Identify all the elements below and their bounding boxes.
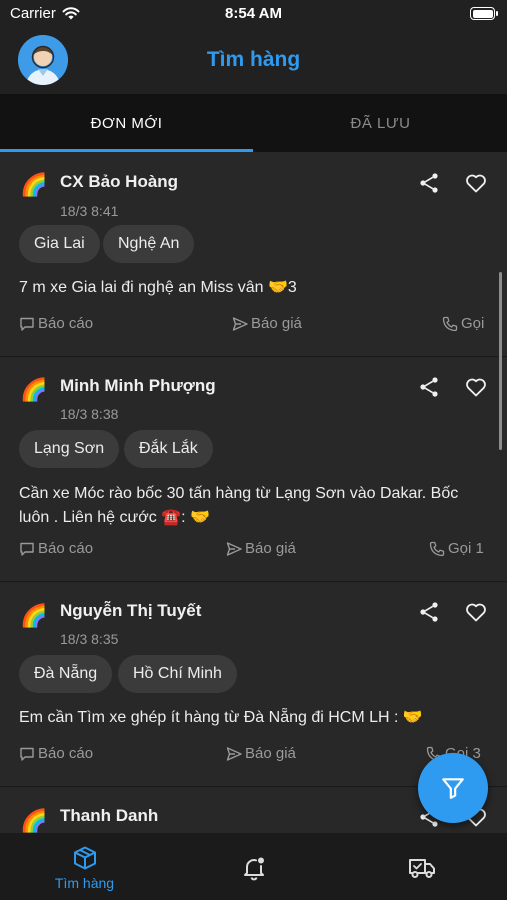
report-button[interactable]: Báo cáo — [19, 745, 93, 762]
order-card: 🌈 Nguyễn Thị Tuyết 18/3 8:35 Đà Nẵng Hồ … — [0, 583, 507, 787]
comment-icon — [20, 747, 34, 761]
order-card: 🌈 CX Bảo Hoàng 18/3 8:41 Gia Lai Nghệ An… — [0, 152, 507, 357]
bell-icon — [244, 857, 264, 881]
origin-chip[interactable]: Lạng Sơn — [19, 430, 120, 468]
truck-icon — [409, 859, 435, 878]
report-label: Báo cáo — [38, 745, 94, 762]
post-time: 18/3 8:38 — [60, 406, 119, 422]
rainbow-icon: 🌈 — [20, 377, 48, 402]
clock: 8:54 AM — [225, 5, 282, 22]
quote-label: Báo giá — [245, 540, 296, 557]
quote-button[interactable]: Báo giá — [226, 540, 296, 557]
call-button[interactable]: Gọi 1 — [429, 540, 484, 557]
poster-name: Thanh Danh — [60, 806, 159, 825]
comment-icon — [20, 317, 34, 331]
share-icon[interactable] — [417, 600, 441, 624]
report-label: Báo cáo — [38, 540, 94, 557]
report-button[interactable]: Báo cáo — [19, 540, 93, 557]
rainbow-icon: 🌈 — [20, 172, 48, 197]
nav-find-goods[interactable]: Tìm hàng — [0, 833, 169, 900]
nav-trucks[interactable] — [338, 833, 507, 900]
rainbow-icon: 🌈 — [20, 603, 48, 628]
phone-icon — [442, 316, 458, 331]
heart-icon[interactable] — [464, 600, 488, 624]
send-icon — [226, 746, 242, 761]
call-label: Gọi 1 — [448, 540, 484, 557]
share-icon[interactable] — [417, 375, 441, 399]
post-content: Em cần Tìm xe ghép ít hàng từ Đà Nẵng đi… — [19, 709, 423, 726]
report-label: Báo cáo — [38, 315, 94, 332]
app-header: Tìm hàng — [0, 30, 507, 94]
nav-notifications[interactable] — [169, 833, 338, 900]
quote-button[interactable]: Báo giá — [226, 745, 296, 762]
destination-chip[interactable]: Đắk Lắk — [124, 430, 213, 468]
report-button[interactable]: Báo cáo — [19, 315, 93, 332]
send-icon — [226, 541, 242, 556]
quote-label: Báo giá — [251, 315, 302, 332]
rainbow-icon: 🌈 — [20, 808, 48, 833]
call-button[interactable]: Gọi — [442, 315, 484, 332]
status-bar: Carrier 8:54 AM — [0, 0, 507, 30]
battery-icon — [470, 7, 498, 20]
origin-chip[interactable]: Gia Lai — [19, 225, 100, 263]
poster-name: CX Bảo Hoàng — [60, 172, 179, 191]
origin-chip[interactable]: Đà Nẵng — [19, 655, 113, 693]
call-label: Gọi — [461, 315, 485, 332]
box-icon — [74, 846, 96, 870]
tab-new-orders[interactable]: ĐƠN MỚI — [0, 94, 253, 152]
filter-icon — [442, 778, 464, 799]
heart-icon[interactable] — [464, 171, 488, 195]
share-icon[interactable] — [417, 171, 441, 195]
phone-icon — [429, 541, 445, 556]
destination-chip[interactable]: Nghệ An — [103, 225, 195, 263]
bottom-nav: Tìm hàng — [0, 833, 507, 900]
poster-name: Minh Minh Phượng — [60, 376, 216, 395]
post-content: 7 m xe Gia lai đi nghệ an Miss vân 🤝3 — [19, 279, 297, 296]
orders-feed[interactable]: 🌈 CX Bảo Hoàng 18/3 8:41 Gia Lai Nghệ An… — [0, 152, 507, 833]
heart-icon[interactable] — [464, 375, 488, 399]
post-content: Cần xe Móc rào bốc 30 tấn hàng từ Lạng S… — [19, 485, 459, 526]
order-card: 🌈 Minh Minh Phượng 18/3 8:38 Lạng Sơn Đắ… — [0, 358, 507, 582]
filter-button[interactable] — [418, 753, 488, 823]
quote-button[interactable]: Báo giá — [232, 315, 302, 332]
tab-saved-orders[interactable]: ĐÃ LƯU — [254, 94, 507, 152]
comment-icon — [20, 542, 34, 556]
quote-label: Báo giá — [245, 745, 296, 762]
nav-find-goods-label: Tìm hàng — [54, 875, 115, 891]
page-title: Tìm hàng — [206, 48, 301, 71]
post-time: 18/3 8:35 — [60, 631, 119, 647]
post-time: 18/3 8:41 — [60, 203, 119, 219]
feed-scrollbar[interactable] — [499, 272, 502, 450]
poster-name: Nguyễn Thị Tuyết — [60, 601, 202, 620]
destination-chip[interactable]: Hồ Chí Minh — [118, 655, 237, 693]
send-icon — [232, 316, 248, 331]
tab-bar: ĐƠN MỚI ĐÃ LƯU — [0, 94, 507, 152]
